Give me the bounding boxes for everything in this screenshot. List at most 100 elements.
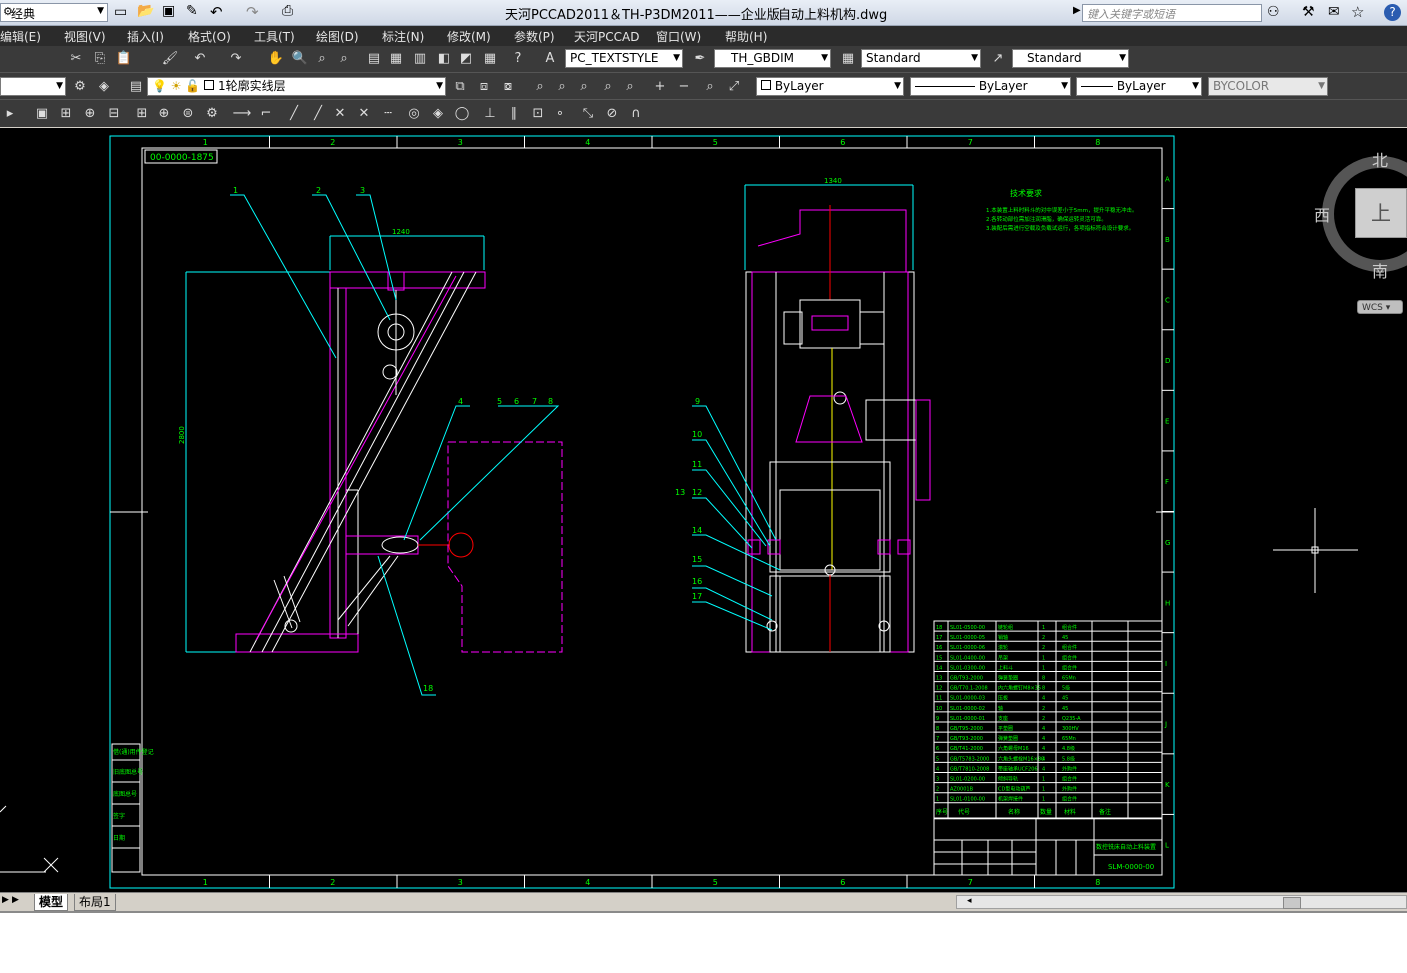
menu-tools[interactable]: 工具(T)	[254, 28, 295, 45]
snap-none-icon[interactable]: ⊘	[602, 104, 622, 124]
favorites-icon[interactable]: ☆	[1351, 3, 1364, 21]
snap-endpoint-icon[interactable]: ╱	[284, 104, 304, 124]
layer-properties-icon[interactable]: ▤	[126, 77, 146, 97]
snap-extension-icon[interactable]: ┄	[378, 104, 398, 124]
snap-nearest-icon[interactable]: ⤡	[578, 104, 598, 124]
communication-icon[interactable]: ✉	[1328, 4, 1340, 20]
tab-layout1[interactable]: 布局1	[74, 894, 116, 911]
zoom-out-icon[interactable]: −	[674, 77, 694, 97]
save-icon[interactable]: ▣	[162, 3, 175, 19]
snap-tangent-icon[interactable]: ◯	[452, 104, 472, 124]
standard-part-icon[interactable]: ⊟	[104, 104, 124, 124]
plot-icon[interactable]: ⎙	[282, 3, 293, 19]
scroll-thumb[interactable]	[1283, 897, 1301, 909]
tab-nav-next-icon[interactable]: ▶	[12, 895, 19, 905]
compass-west[interactable]: 西	[1314, 202, 1330, 226]
zoom-scale-icon[interactable]: ⌕	[598, 77, 618, 97]
polyline-icon[interactable]: ⌐	[256, 104, 276, 124]
paste-icon[interactable]: 📋	[114, 49, 134, 69]
snap-apparent-icon[interactable]: ✕	[354, 104, 374, 124]
frame-icon[interactable]: ▣	[32, 104, 52, 124]
open-file-icon[interactable]: 📂	[137, 3, 154, 19]
model-space[interactable]: 12345678 12345678 ABCDEFGHIJKL 00-0000-1…	[0, 128, 1407, 892]
wcs-menu[interactable]: WCS ▾	[1357, 300, 1403, 314]
tool-palettes-icon[interactable]: ▥	[410, 49, 430, 69]
zoom-extents-icon[interactable]: ⌕	[530, 77, 550, 97]
menu-parametric[interactable]: 参数(P)	[514, 28, 555, 45]
table-style-dropdown[interactable]: Standard ▼	[861, 49, 981, 68]
snap-node-icon[interactable]: ∘	[550, 104, 570, 124]
zoom-extents2-icon[interactable]: ⤢	[724, 77, 744, 97]
snap-midpoint-icon[interactable]: ╱	[308, 104, 328, 124]
snap-intersection-icon[interactable]: ✕	[330, 104, 350, 124]
cut-icon[interactable]: ✂	[66, 49, 86, 69]
linetype-dropdown[interactable]: ByLayer ▼	[910, 77, 1071, 96]
color-dropdown[interactable]: ByLayer ▼	[756, 77, 904, 96]
drawing-canvas[interactable]: 12345678 12345678 ABCDEFGHIJKL 00-0000-1…	[0, 128, 1407, 892]
markup-icon[interactable]: ◩	[456, 49, 476, 69]
menu-window[interactable]: 窗口(W)	[656, 28, 701, 45]
snap-quadrant-icon[interactable]: ◈	[428, 104, 448, 124]
washer-icon[interactable]: ⊜	[178, 104, 198, 124]
menu-view[interactable]: 视图(V)	[64, 28, 106, 45]
make-current-layer-icon[interactable]: ⧉	[450, 77, 470, 97]
compass-north[interactable]: 北	[1372, 147, 1388, 171]
menu-modify[interactable]: 修改(M)	[447, 28, 491, 45]
menu-edit[interactable]: 编辑(E)	[0, 28, 41, 45]
redo-icon[interactable]: ↷	[226, 49, 246, 69]
named-view-dropdown[interactable]: ▼	[0, 77, 66, 96]
menu-insert[interactable]: 插入(I)	[127, 28, 164, 45]
line-icon[interactable]: ⟶	[232, 104, 252, 124]
undo-icon[interactable]: ↶	[210, 3, 223, 21]
copy-icon[interactable]: ⎘	[90, 49, 110, 69]
redo-icon[interactable]: ↷	[246, 3, 259, 21]
lineweight-dropdown[interactable]: ByLayer ▼	[1076, 77, 1202, 96]
scroll-left-icon[interactable]: ◂	[967, 896, 972, 906]
zoom-all-icon[interactable]: ⌕	[700, 77, 720, 97]
multileader-style-dropdown[interactable]: Standard ▼	[1012, 49, 1129, 68]
match-properties-icon[interactable]: 🖌	[160, 49, 180, 69]
text-style-dropdown[interactable]: PC_TEXTSTYLE ▼	[565, 49, 683, 68]
menu-dimension[interactable]: 标注(N)	[382, 28, 424, 45]
horizontal-scrollbar[interactable]: ◂	[956, 895, 1407, 909]
save-as-icon[interactable]: ✎	[186, 3, 198, 19]
sheet-set-icon[interactable]: ◧	[434, 49, 454, 69]
snap-perpendicular-icon[interactable]: ⊥	[480, 104, 500, 124]
dim-style-icon[interactable]: ✒	[690, 49, 710, 69]
pan-icon[interactable]: ✋	[266, 49, 286, 69]
undo-icon[interactable]: ↶	[190, 49, 210, 69]
dim-style-dropdown[interactable]: TH_GBDIM ▼	[714, 49, 831, 68]
help-icon[interactable]: ?	[508, 49, 528, 69]
layer-previous-icon[interactable]: ⧈	[474, 77, 494, 97]
search-input[interactable]: 键入关键字或短语	[1082, 4, 1262, 22]
tab-nav-first-icon[interactable]: ▶	[2, 895, 9, 905]
arrow-icon[interactable]: ▸	[0, 104, 20, 124]
command-line[interactable]	[0, 911, 1407, 973]
snap-parallel-icon[interactable]: ∥	[504, 104, 524, 124]
layer-manager-icon[interactable]: ⚙	[70, 77, 90, 97]
snap-insert-icon[interactable]: ⊡	[528, 104, 548, 124]
symbol-icon[interactable]: ⊞	[56, 104, 76, 124]
subscription-icon[interactable]: ⚒	[1302, 4, 1315, 20]
tab-model[interactable]: 模型	[34, 894, 69, 911]
binoculars-icon[interactable]: ⚇	[1267, 4, 1280, 20]
menu-format[interactable]: 格式(O)	[188, 28, 231, 45]
help-icon[interactable]: ?	[1384, 4, 1401, 21]
gear-part-icon[interactable]: ⚙	[202, 104, 222, 124]
menu-draw[interactable]: 绘图(D)	[316, 28, 359, 45]
zoom-previous-icon[interactable]: ⌕	[334, 49, 354, 69]
properties-icon[interactable]: ▤	[364, 49, 384, 69]
osnap-settings-icon[interactable]: ∩	[626, 104, 646, 124]
zoom-center-icon[interactable]: ⌕	[620, 77, 640, 97]
design-center-icon[interactable]: ▦	[386, 49, 406, 69]
snap-center-icon[interactable]: ◎	[404, 104, 424, 124]
multileader-style-icon[interactable]: ↗	[988, 49, 1008, 69]
viewcube-top-face[interactable]: 上	[1355, 188, 1407, 238]
new-file-icon[interactable]: ▭	[114, 4, 127, 20]
zoom-window-icon[interactable]: ⌕	[312, 49, 332, 69]
layer-dropdown[interactable]: 💡 ☀ 🔓 1轮廓实线层 ▼	[147, 77, 446, 96]
menu-pccad[interactable]: 天河PCCAD	[574, 28, 639, 45]
zoom-realtime-icon[interactable]: 🔍	[290, 49, 310, 69]
text-style-icon[interactable]: A	[540, 49, 560, 69]
expand-icon[interactable]: ▶	[1073, 5, 1081, 16]
